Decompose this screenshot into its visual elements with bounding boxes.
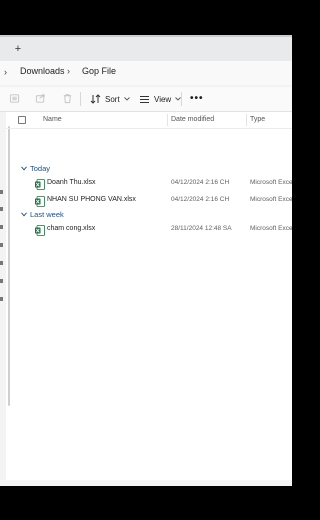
new-tab-button[interactable]: + xyxy=(12,43,24,55)
group-header-today[interactable]: Today xyxy=(21,164,50,173)
command-bar: Sort View ••• xyxy=(0,87,292,112)
file-type: Microsoft Exce xyxy=(250,179,292,186)
pin-icon xyxy=(0,261,3,265)
column-header-row: Name Date modified Type xyxy=(6,112,292,129)
file-date-modified: 28/11/2024 12:48 SA xyxy=(171,225,232,232)
chevron-down-icon xyxy=(21,166,27,171)
chevron-right-icon[interactable]: › xyxy=(4,67,7,77)
breadcrumb-separator-icon: › xyxy=(67,66,70,76)
file-name[interactable]: cham cong.xlsx xyxy=(47,225,95,232)
pin-icon xyxy=(0,243,3,247)
view-list-icon xyxy=(140,95,149,103)
file-explorer-window: + › Downloads › Gop File Sort View ••• N… xyxy=(0,35,292,486)
file-name[interactable]: Doanh Thu.xlsx xyxy=(47,179,96,186)
view-label: View xyxy=(154,94,172,104)
column-separator[interactable] xyxy=(167,114,168,126)
pin-icon xyxy=(0,225,3,229)
cut-icon[interactable] xyxy=(9,93,20,104)
column-header-date-modified[interactable]: Date modified xyxy=(171,116,214,123)
chevron-down-icon xyxy=(21,212,27,217)
toolbar-divider xyxy=(181,92,182,106)
tab-bar: + xyxy=(0,37,292,61)
breadcrumb-item-downloads[interactable]: Downloads xyxy=(20,66,65,76)
share-icon[interactable] xyxy=(35,93,46,104)
address-bar[interactable]: › Downloads › Gop File xyxy=(0,61,292,85)
file-row[interactable]: NHAN SU PHONG VAN.xlsx 04/12/2024 2:16 C… xyxy=(6,193,292,207)
select-all-checkbox[interactable] xyxy=(18,116,26,124)
view-button[interactable]: View xyxy=(139,92,182,106)
navigation-pane-edge[interactable] xyxy=(0,185,4,315)
chevron-down-icon xyxy=(123,97,130,101)
vertical-scrollbar[interactable] xyxy=(8,126,10,406)
file-type: Microsoft Exce xyxy=(250,225,292,232)
sort-button[interactable]: Sort xyxy=(90,92,130,106)
pin-icon xyxy=(0,297,3,301)
file-type: Microsoft Exce xyxy=(250,196,292,203)
group-header-last-week[interactable]: Last week xyxy=(21,210,64,219)
group-label: Last week xyxy=(30,210,64,219)
column-separator[interactable] xyxy=(246,114,247,126)
toolbar-divider xyxy=(80,92,81,106)
excel-file-icon xyxy=(35,194,45,207)
column-header-name[interactable]: Name xyxy=(43,116,62,123)
breadcrumb-item-gop-file[interactable]: Gop File xyxy=(82,66,116,76)
sort-label: Sort xyxy=(105,94,120,104)
more-options-button[interactable]: ••• xyxy=(190,93,204,104)
file-date-modified: 04/12/2024 2:16 CH xyxy=(171,179,230,186)
file-date-modified: 04/12/2024 2:16 CH xyxy=(171,196,230,203)
file-name[interactable]: NHAN SU PHONG VAN.xlsx xyxy=(47,196,136,203)
excel-file-icon xyxy=(35,177,45,190)
delete-icon[interactable] xyxy=(62,93,73,104)
excel-file-icon xyxy=(35,223,45,236)
pin-icon xyxy=(0,190,3,194)
group-label: Today xyxy=(30,164,51,173)
sort-icon xyxy=(90,94,101,104)
file-row[interactable]: Doanh Thu.xlsx 04/12/2024 2:16 CH Micros… xyxy=(6,176,292,190)
file-list-pane: Name Date modified Type Today Doanh Thu.… xyxy=(6,112,292,480)
pin-icon xyxy=(0,279,3,283)
pin-icon xyxy=(0,207,3,211)
file-row[interactable]: cham cong.xlsx 28/11/2024 12:48 SA Micro… xyxy=(6,222,292,236)
column-header-type[interactable]: Type xyxy=(250,116,265,123)
